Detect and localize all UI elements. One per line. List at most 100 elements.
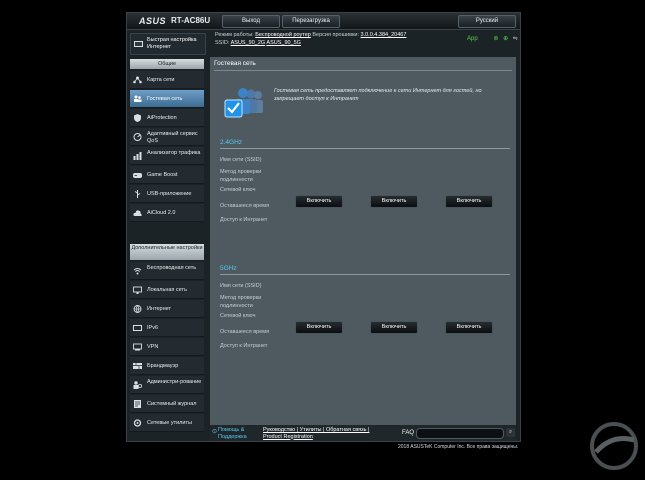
setting-label: Метод проверки подлинности (220, 169, 262, 183)
lan-icon (133, 286, 142, 294)
setting-label: Имя сети (SSID) (220, 157, 262, 163)
asus-logo: ASUS (139, 16, 167, 26)
sidebar-item-label: Интернет (147, 306, 171, 312)
enable-guest-button[interactable]: Включить (445, 195, 493, 208)
reboot-button[interactable]: Перезагрузка (282, 15, 340, 28)
firmware-link[interactable]: 3.0.0.4.384_20467 (361, 32, 407, 38)
wireless-icon (133, 267, 142, 275)
band-title: 5GHz (220, 265, 237, 272)
ssid-5g-link[interactable]: ASUS_90_5G (266, 40, 301, 46)
sidebar-item-globe[interactable]: Интернет (130, 300, 204, 318)
sidebar-item-network-map[interactable]: Карта сети (130, 71, 204, 89)
sidebar-item-label: Сетевые утилиты (147, 420, 192, 426)
faq-search-input[interactable] (416, 428, 504, 439)
sidebar-item-label: Беспроводная сеть (147, 265, 197, 271)
sidebar-item-label: Брандмауэр (147, 363, 179, 369)
copyright: 2018 ASUSTeK Computer Inc. Все права защ… (398, 444, 519, 450)
guest-network-icon (133, 95, 142, 102)
sidebar-item-label: Game Boost (147, 172, 178, 178)
sidebar-item-label: Адаптивный сервис QoS (147, 131, 198, 144)
firewall-icon (133, 362, 142, 369)
setting-label: Сетевой ключ (220, 187, 256, 193)
administration-icon (133, 381, 142, 389)
sidebar-item-label: Анализатор трафика (147, 150, 201, 156)
sidebar-item-label: Администри-рование (147, 379, 202, 385)
guest-network-illustration-icon (222, 85, 267, 119)
sidebar-item-system-log[interactable]: Системный журнал (130, 395, 204, 413)
band-divider (220, 274, 510, 275)
sidebar-item-ipv6[interactable]: IPv6 (130, 319, 204, 337)
setting-label: Сетевой ключ (220, 313, 256, 319)
advanced-header: Дополнительные настройки (130, 244, 204, 260)
model-name: RT-AC86U (171, 16, 211, 25)
sidebar-item-label: USB-приложение (147, 191, 192, 197)
help-support-link[interactable]: Помощь & Поддержка (218, 427, 258, 440)
sidebar-item-lan[interactable]: Локальная сеть (130, 281, 204, 299)
sidebar-item-label: IPv6 (147, 325, 159, 331)
setting-label: Доступ к Интранет (220, 217, 268, 223)
quick-setup-button[interactable]: Быстрая настройка Интернет (130, 33, 206, 55)
ssid-info: SSID: ASUS_90_2G ASUS_90_5G (215, 40, 301, 46)
top-bar: ASUS RT-AC86U Выход Перезагрузка Русский (127, 13, 520, 30)
guest-network-description: Гостевая сеть предоставляет подключение … (274, 88, 482, 102)
band-divider (220, 148, 510, 149)
faq-label: FAQ (402, 430, 415, 436)
sidebar-item-usb[interactable]: USB-приложение (130, 185, 204, 203)
language-select[interactable]: Русский (458, 15, 516, 28)
faq-search-button[interactable]: ⌕ (506, 428, 515, 437)
help-icon: ⊙ (212, 429, 218, 435)
gamepad-icon (133, 171, 142, 178)
sidebar-item-wireless[interactable]: Беспроводная сеть (130, 262, 204, 280)
content-panel: Гостевая сеть Гостевая сеть предоставляе… (210, 57, 516, 425)
footer-links[interactable]: Руководство | Утилиты | Обратная связь |… (263, 427, 375, 440)
shield-icon (133, 114, 142, 122)
page-title: Гостевая сеть (214, 60, 256, 67)
cloud-icon (133, 209, 142, 216)
sidebar-item-gamepad[interactable]: Game Boost (130, 166, 204, 184)
enable-guest-button[interactable]: Включить (295, 195, 343, 208)
title-divider (214, 70, 512, 71)
sidebar-item-traffic-analyzer[interactable]: Анализатор трафика (130, 147, 204, 165)
ssid-2g-link[interactable]: ASUS_90_2G (231, 40, 266, 46)
sidebar-item-network-tools[interactable]: Сетевые утилиты (130, 414, 204, 432)
network-status-icon[interactable]: ⊕ (503, 36, 508, 42)
ipv6-icon (133, 324, 142, 331)
sidebar-item-shield[interactable]: AiProtection (130, 109, 204, 127)
watermark-logo-icon (582, 420, 642, 472)
enable-guest-button[interactable]: Включить (295, 321, 343, 334)
sidebar-item-label: AiProtection (147, 115, 177, 121)
system-log-icon (133, 400, 142, 408)
operation-mode-link[interactable]: Беспроводной роутер (255, 32, 311, 38)
sidebar-item-label: Локальная сеть (147, 287, 187, 293)
sidebar-item-cloud[interactable]: AiCloud 2.0 (130, 204, 204, 222)
router-admin-window: ASUS RT-AC86U Выход Перезагрузка Русский… (126, 12, 521, 442)
sidebar-item-label: Системный журнал (147, 401, 197, 407)
sidebar-item-firewall[interactable]: Брандмауэр (130, 357, 204, 375)
usb-icon (133, 190, 142, 198)
sidebar-item-label: AiCloud 2.0 (147, 210, 176, 216)
globe-icon (133, 305, 142, 313)
vpn-icon (133, 343, 142, 351)
sidebar-item-vpn[interactable]: VPN (130, 338, 204, 356)
sidebar-item-guest-network[interactable]: Гостевая сеть (130, 90, 204, 108)
quick-setup-icon (134, 40, 143, 47)
qos-icon (133, 133, 142, 141)
usb-status-icon[interactable]: ⊚ (493, 36, 498, 42)
logout-button[interactable]: Выход (222, 15, 280, 28)
sidebar-item-qos[interactable]: Адаптивный сервис QoS (130, 128, 204, 146)
setting-label: Оставшееся время (220, 203, 270, 209)
setting-label: Доступ к Интранет (220, 343, 268, 349)
operation-mode: Режим работы: Беспроводной роутер Версия… (215, 32, 407, 38)
setting-label: Имя сети (SSID) (220, 283, 262, 289)
sidebar-item-administration[interactable]: Администри-рование (130, 376, 204, 394)
app-label[interactable]: App (467, 36, 478, 42)
status-icons: App ⊚ ⊕ ⇋ (467, 35, 518, 42)
general-header: Общие (130, 59, 204, 69)
network-map-icon (133, 76, 142, 84)
enable-guest-button[interactable]: Включить (445, 321, 493, 334)
enable-guest-button[interactable]: Включить (370, 195, 418, 208)
setting-label: Оставшееся время (220, 329, 270, 335)
enable-guest-button[interactable]: Включить (370, 321, 418, 334)
band-title: 2.4GHz (220, 139, 243, 146)
connection-status-icon[interactable]: ⇋ (513, 36, 518, 42)
